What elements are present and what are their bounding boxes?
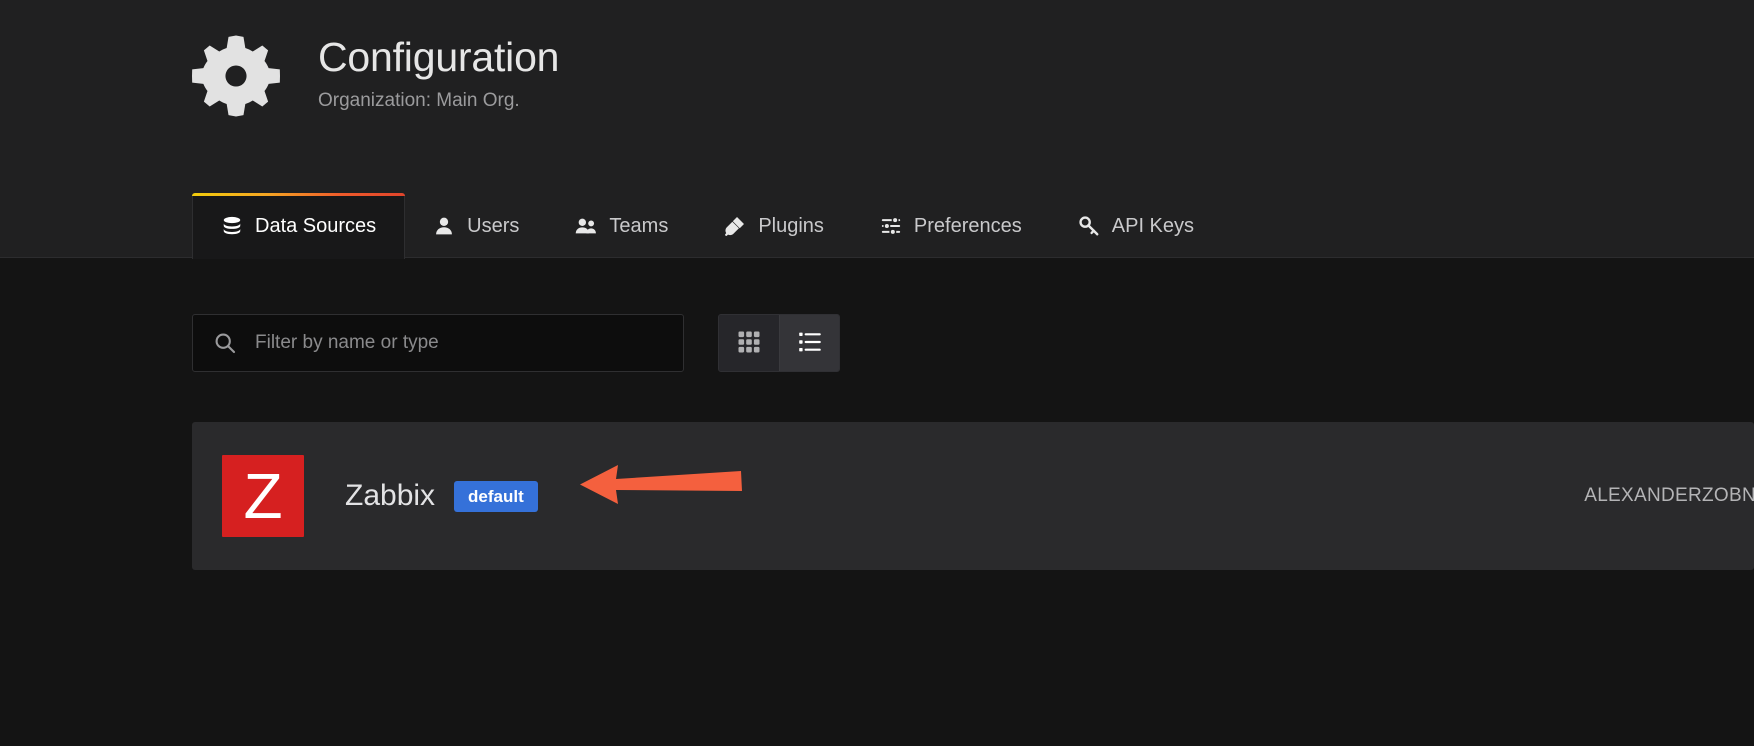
tab-label: Data Sources <box>255 214 377 237</box>
users-group-icon <box>575 215 597 237</box>
sliders-icon <box>880 215 902 237</box>
tab-bar: Data Sources Users Teams Plugins Prefere… <box>192 193 1222 259</box>
search-box[interactable] <box>192 314 684 372</box>
page-header-content: Configuration Organization: Main Org. <box>192 28 559 120</box>
datasource-toolbar <box>192 314 840 372</box>
grid-view-button[interactable] <box>719 315 779 371</box>
page-header: Configuration Organization: Main Org. Da… <box>0 0 1754 259</box>
gear-icon <box>192 32 280 120</box>
datasource-list: Z Zabbix default ALEXANDERZOBN <box>192 422 1754 570</box>
configuration-page: Configuration Organization: Main Org. Da… <box>0 0 1754 746</box>
search-icon <box>213 331 237 355</box>
title-block: Configuration Organization: Main Org. <box>318 28 559 112</box>
list-view-icon <box>798 330 822 357</box>
key-icon <box>1078 215 1100 237</box>
search-input[interactable] <box>193 315 683 371</box>
tab-label: Teams <box>609 214 669 237</box>
tab-preferences[interactable]: Preferences <box>852 193 1050 259</box>
tab-plugins[interactable]: Plugins <box>696 193 852 259</box>
datasource-name: Zabbix <box>345 479 436 512</box>
user-icon <box>433 215 455 237</box>
default-badge: default <box>454 480 538 512</box>
grid-view-icon <box>737 330 761 357</box>
plug-icon <box>724 215 746 237</box>
view-toggle-group <box>718 314 840 372</box>
database-icon <box>221 215 243 237</box>
page-subtitle: Organization: Main Org. <box>318 90 520 112</box>
tab-teams[interactable]: Teams <box>547 193 696 259</box>
tab-label: Users <box>467 214 520 237</box>
tab-label: Preferences <box>913 214 1022 237</box>
tab-api-keys[interactable]: API Keys <box>1050 193 1222 259</box>
tab-data-sources[interactable]: Data Sources <box>192 193 406 259</box>
page-title: Configuration <box>318 34 560 80</box>
datasource-row-zabbix[interactable]: Z Zabbix default ALEXANDERZOBN <box>192 422 1754 570</box>
zabbix-logo-icon: Z <box>222 455 304 537</box>
tab-users[interactable]: Users <box>405 193 547 259</box>
tab-label: Plugins <box>758 214 824 237</box>
zabbix-logo-letter: Z <box>243 460 283 532</box>
list-view-button[interactable] <box>779 315 839 371</box>
tab-label: API Keys <box>1111 214 1195 237</box>
datasource-url: ALEXANDERZOBN <box>1584 485 1754 506</box>
